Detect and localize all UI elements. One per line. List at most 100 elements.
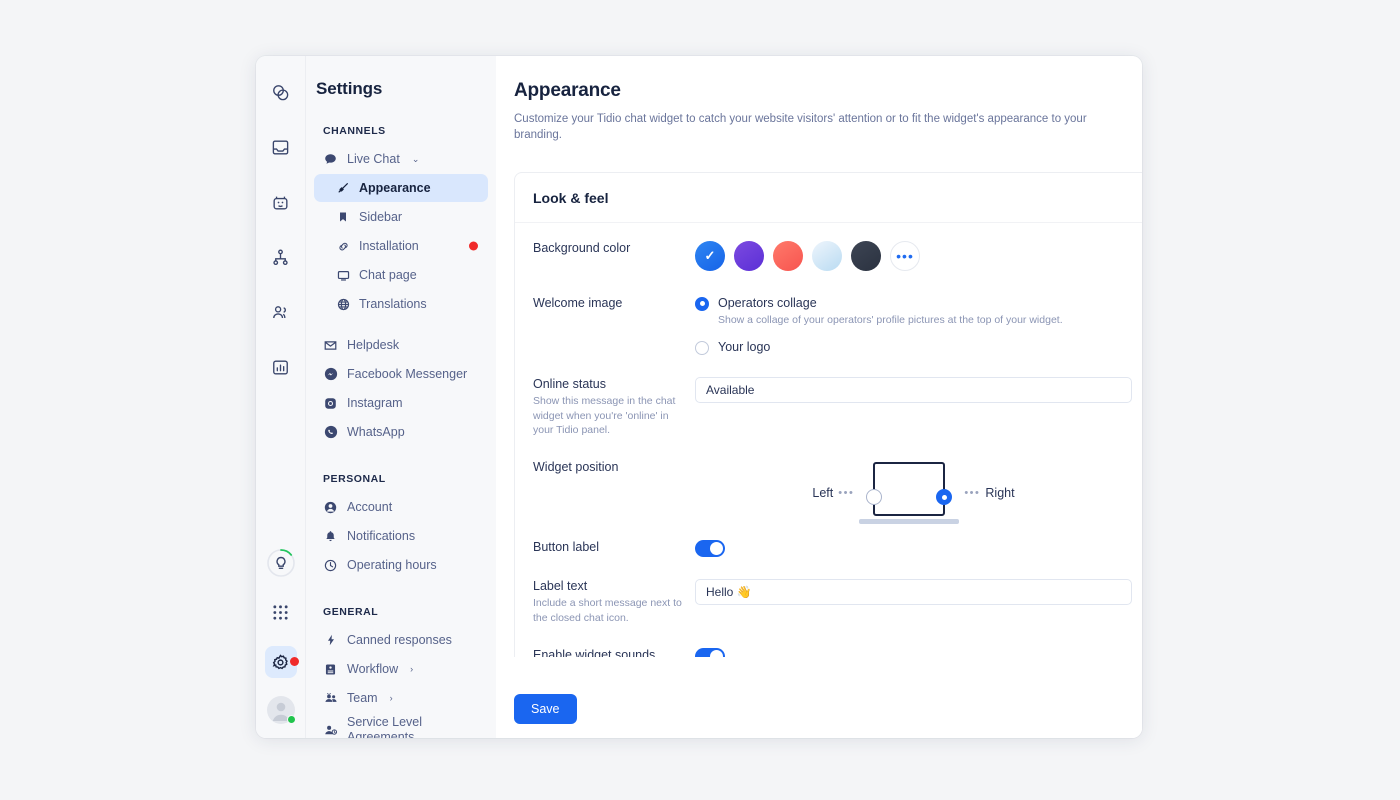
messenger-icon bbox=[323, 367, 338, 381]
sidebar-item-installation[interactable]: Installation bbox=[314, 232, 488, 260]
widget-position-label: Widget position bbox=[533, 460, 619, 475]
sidebar-item-translations[interactable]: Translations bbox=[314, 290, 488, 318]
sidebar-item-notifications[interactable]: Notifications bbox=[314, 522, 488, 550]
widget-sounds-label: Enable widget sounds bbox=[533, 648, 656, 657]
button-label-label: Button label bbox=[533, 540, 600, 555]
sidebar-item-whatsapp[interactable]: WhatsApp bbox=[314, 418, 488, 446]
chevron-down-icon: ⌄ bbox=[411, 153, 420, 164]
tips-bulb-wrapper[interactable] bbox=[261, 548, 301, 578]
link-icon bbox=[336, 240, 350, 253]
sidebar-item-workflow[interactable]: Workflow › bbox=[314, 655, 488, 683]
sidebar-item-label: Service Level Agreements bbox=[347, 715, 423, 738]
row-background-color: Background color ✓ ••• bbox=[515, 223, 1142, 271]
globe-icon bbox=[336, 298, 350, 311]
clock-icon bbox=[323, 559, 338, 572]
bolt-icon bbox=[323, 634, 338, 646]
swatch-blue[interactable]: ✓ bbox=[695, 240, 725, 271]
sidebar-item-canned-responses[interactable]: Canned responses bbox=[314, 626, 488, 654]
sidebar-item-label: Sidebar bbox=[359, 210, 403, 224]
chatbot-icon[interactable] bbox=[265, 186, 297, 218]
radio-your-logo[interactable]: Your logo bbox=[695, 340, 1142, 355]
sidebar-item-operating-hours[interactable]: Operating hours bbox=[314, 551, 488, 579]
sidebar-item-account[interactable]: Account bbox=[314, 493, 488, 521]
chats-icon[interactable] bbox=[265, 76, 297, 108]
radio-hint: Show a collage of your operators' profil… bbox=[718, 313, 1063, 326]
swatch-coral[interactable] bbox=[773, 240, 803, 271]
sidebar-item-helpdesk[interactable]: Helpdesk bbox=[314, 331, 488, 359]
laptop-screen bbox=[873, 462, 946, 517]
chevron-right-icon: › bbox=[389, 693, 393, 703]
sidebar-item-label: Instagram bbox=[347, 396, 403, 410]
sidebar-item-sidebar[interactable]: Sidebar bbox=[314, 203, 488, 231]
radio-button-selected[interactable] bbox=[695, 296, 709, 311]
sidebar-item-appearance[interactable]: Appearance bbox=[314, 174, 488, 202]
primary-icon-rail bbox=[256, 56, 306, 738]
contacts-icon[interactable] bbox=[265, 296, 297, 328]
sidebar-item-label: Chat page bbox=[359, 268, 417, 282]
panel-header: Appearance Customize your Tidio chat wid… bbox=[496, 56, 1142, 144]
nav-section-personal: PERSONAL bbox=[323, 473, 386, 485]
apps-grid-icon[interactable] bbox=[265, 596, 297, 628]
settings-window: Settings CHANNELS Live Chat ⌄ Appearance… bbox=[256, 56, 1142, 738]
chat-bubble-icon bbox=[323, 153, 338, 166]
radio-label: Operators collage bbox=[718, 295, 817, 310]
widget-position-right-radio[interactable] bbox=[936, 489, 953, 506]
bookmark-icon bbox=[336, 211, 350, 223]
sidebar-item-chat-page[interactable]: Chat page bbox=[314, 261, 488, 289]
row-welcome-image: Welcome image Operators collage Show a c… bbox=[515, 271, 1142, 355]
more-colors-button[interactable]: ••• bbox=[890, 240, 920, 271]
tips-bulb-icon[interactable] bbox=[266, 548, 296, 578]
background-color-swatches: ✓ ••• bbox=[695, 240, 1142, 271]
user-avatar[interactable] bbox=[266, 696, 296, 724]
sla-icon bbox=[323, 723, 338, 737]
row-widget-sounds: Enable widget sounds bbox=[515, 626, 1142, 657]
instagram-icon bbox=[323, 397, 338, 410]
swatch-purple[interactable] bbox=[734, 240, 764, 271]
panel-footer: Save bbox=[496, 680, 1142, 738]
sidebar-item-label: Canned responses bbox=[347, 633, 452, 647]
sidebar-item-label: Account bbox=[347, 500, 393, 514]
settings-nav-list: CHANNELS Live Chat ⌄ Appearance Sidebar … bbox=[306, 99, 496, 738]
settings-gear-wrapper[interactable] bbox=[261, 646, 301, 678]
appearance-panel: Appearance Customize your Tidio chat wid… bbox=[496, 56, 1142, 738]
dots-left: ••• bbox=[838, 487, 855, 500]
widget-position-left-label: Left bbox=[812, 486, 834, 501]
settings-sidebar: Settings CHANNELS Live Chat ⌄ Appearance… bbox=[306, 56, 496, 738]
sidebar-item-live-chat[interactable]: Live Chat ⌄ bbox=[314, 145, 488, 173]
online-status-hint: Show this message in the chat widget whe… bbox=[533, 394, 676, 437]
analytics-icon[interactable] bbox=[265, 351, 297, 383]
background-color-label: Background color bbox=[533, 240, 631, 255]
button-label-toggle[interactable] bbox=[695, 540, 725, 558]
inbox-icon[interactable] bbox=[265, 131, 297, 163]
row-label-text: Label text Include a short message next … bbox=[515, 557, 1142, 626]
swatch-light-blue[interactable] bbox=[812, 240, 842, 271]
envelope-icon bbox=[323, 339, 338, 352]
save-button[interactable]: Save bbox=[514, 694, 577, 724]
sidebar-item-label: Team bbox=[347, 691, 378, 705]
sidebar-item-instagram[interactable]: Instagram bbox=[314, 389, 488, 417]
sidebar-item-label: Operating hours bbox=[347, 558, 437, 572]
welcome-image-label: Welcome image bbox=[533, 295, 623, 310]
sidebar-item-team[interactable]: Team › bbox=[314, 684, 488, 712]
widget-position-right-label: Right bbox=[985, 486, 1015, 501]
user-avatar-wrapper[interactable] bbox=[261, 696, 301, 724]
settings-title: Settings bbox=[316, 79, 383, 98]
row-button-label: Button label bbox=[515, 524, 1142, 558]
nav-section-general: GENERAL bbox=[323, 606, 379, 618]
sidebar-item-label: Installation bbox=[359, 239, 419, 253]
swatch-dark[interactable] bbox=[851, 240, 881, 271]
radio-button-unselected[interactable] bbox=[695, 340, 709, 355]
sidebar-item-facebook-messenger[interactable]: Facebook Messenger bbox=[314, 360, 488, 388]
widget-position-picker: Left ••• ••• Right bbox=[695, 462, 1132, 525]
sidebar-item-label: Live Chat bbox=[347, 152, 400, 166]
online-status-dot bbox=[286, 715, 296, 724]
widget-sounds-toggle[interactable] bbox=[695, 648, 725, 657]
laptop-base bbox=[859, 519, 960, 525]
radio-operators-collage[interactable]: Operators collage Show a collage of your… bbox=[695, 296, 1142, 326]
label-text-input[interactable]: Hello 👋 bbox=[695, 579, 1132, 606]
sidebar-item-service-level-agreements[interactable]: Service Level Agreements bbox=[314, 713, 488, 738]
online-status-input[interactable]: Available bbox=[695, 376, 1132, 403]
apps-grid-wrapper[interactable] bbox=[261, 596, 301, 628]
sidebar-item-label: WhatsApp bbox=[347, 425, 405, 439]
flows-icon[interactable] bbox=[265, 241, 297, 273]
